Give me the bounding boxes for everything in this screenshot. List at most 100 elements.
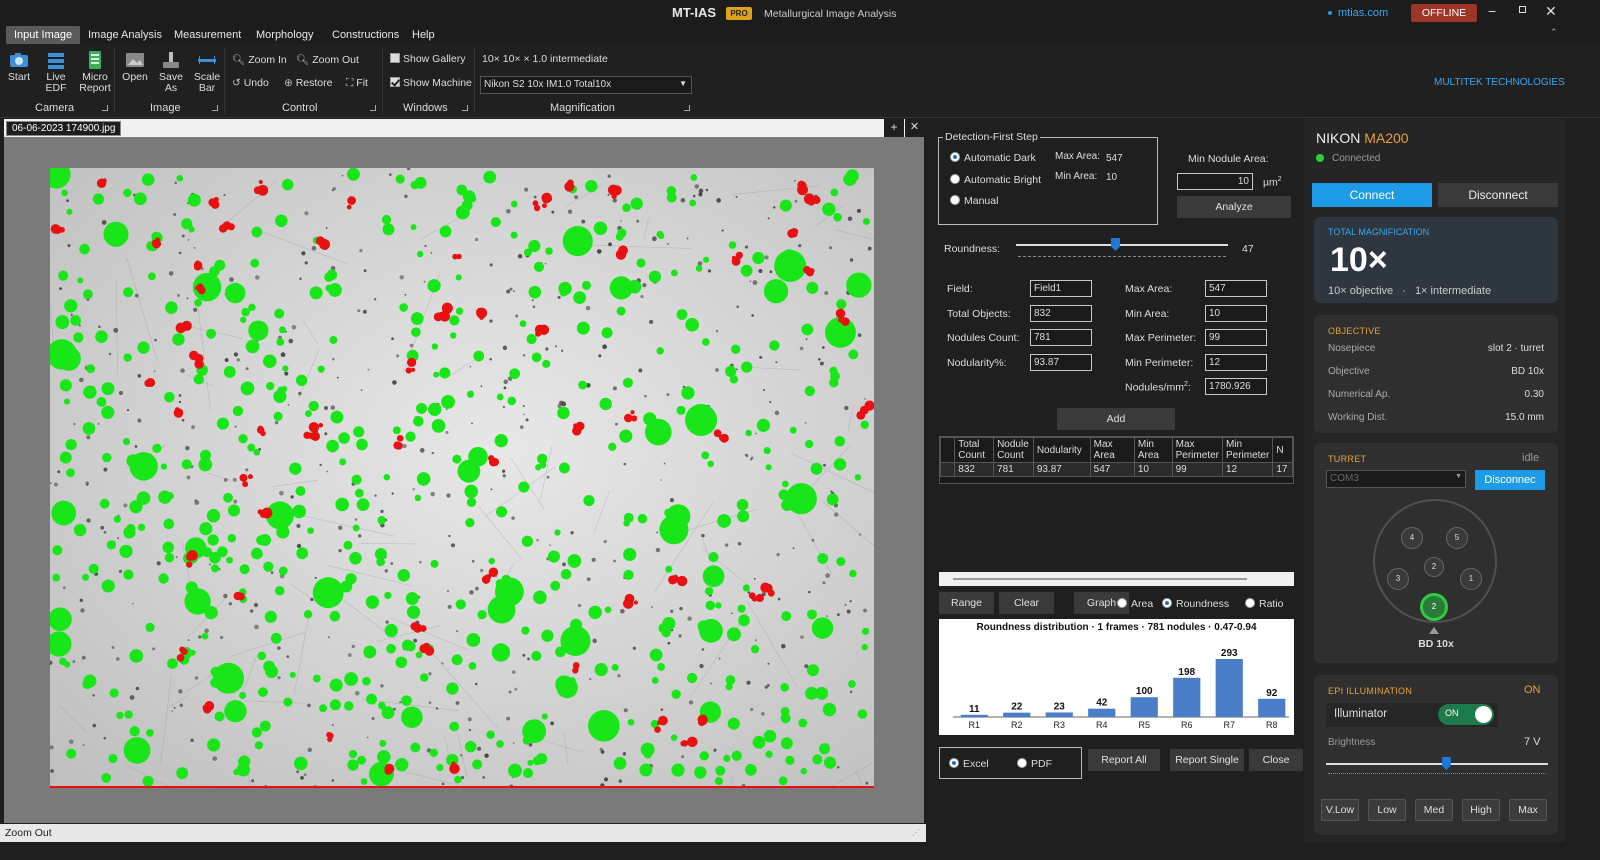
minimize-icon[interactable]: − bbox=[1488, 3, 1496, 19]
menu-constructions[interactable]: Constructions bbox=[324, 26, 407, 44]
micrograph-image[interactable] bbox=[50, 168, 874, 788]
maximize-icon[interactable] bbox=[1519, 6, 1526, 13]
brightness-slider-track[interactable] bbox=[1326, 763, 1548, 765]
table-cell[interactable]: 781 bbox=[993, 462, 1034, 477]
undo-button[interactable]: ↺ Undo bbox=[232, 77, 269, 89]
preset-vlow-button[interactable]: V.Low bbox=[1321, 799, 1359, 821]
auto-bright-radio[interactable]: Automatic Bright bbox=[950, 174, 1041, 186]
disconnect-button[interactable]: Disconnect bbox=[1438, 183, 1558, 207]
com-port-select[interactable]: COM3 ▼ bbox=[1326, 470, 1466, 488]
col-more[interactable]: N bbox=[1272, 437, 1293, 463]
max-perimeter-input[interactable]: 99 bbox=[1205, 329, 1267, 346]
ribbon-collapse-icon[interactable]: ⌃ bbox=[1550, 27, 1558, 38]
table-cell[interactable]: 547 bbox=[1089, 462, 1135, 477]
site-link[interactable]: mtias.com bbox=[1338, 7, 1388, 19]
fit-button[interactable]: ⛶ Fit bbox=[346, 77, 368, 90]
roundness-slider-track[interactable] bbox=[1016, 244, 1228, 246]
excel-radio[interactable]: Excel bbox=[949, 758, 989, 770]
menu-input-image[interactable]: Input Image bbox=[6, 26, 81, 44]
table-cell[interactable]: 832 bbox=[954, 462, 995, 477]
table-cell[interactable]: 10 bbox=[1133, 462, 1173, 477]
col-min-area[interactable]: Min Area bbox=[1133, 437, 1173, 463]
close-icon[interactable]: ✕ bbox=[1545, 3, 1557, 20]
start-button[interactable]: Start bbox=[4, 50, 34, 83]
row-selector-cell[interactable] bbox=[940, 462, 956, 477]
col-min-perimeter[interactable]: Min Perimeter bbox=[1221, 437, 1274, 463]
nodularity-input[interactable]: 93.87 bbox=[1030, 354, 1092, 371]
image-tab[interactable]: 06-06-2023 174900.jpg bbox=[6, 121, 122, 136]
zoom-out-button[interactable]: 🔍︎ Zoom Out bbox=[296, 53, 359, 66]
analyze-button[interactable]: Analyze bbox=[1177, 196, 1291, 218]
resize-grip-icon[interactable]: ⋰ bbox=[912, 828, 920, 837]
save-as-button[interactable]: Save As bbox=[152, 50, 190, 94]
nodules-count-input[interactable]: 781 bbox=[1030, 329, 1092, 346]
add-tab-icon[interactable]: + bbox=[884, 119, 904, 137]
restore-button[interactable]: ⊕ Restore bbox=[284, 77, 332, 89]
close-tab-icon[interactable]: ✕ bbox=[905, 119, 924, 137]
turret-slot-3[interactable]: 3 bbox=[1387, 568, 1409, 590]
table-cell[interactable]: 99 bbox=[1171, 462, 1223, 477]
table-row[interactable]: 832 781 93.87 547 10 99 12 17 bbox=[940, 462, 1293, 477]
offline-badge[interactable]: OFFLINE bbox=[1411, 4, 1477, 22]
table-cell[interactable]: 17 bbox=[1272, 462, 1293, 477]
nodules-per-mm-input[interactable]: 1780.926 bbox=[1205, 378, 1267, 395]
scale-bar-button[interactable]: Scale Bar bbox=[192, 50, 222, 94]
clear-button[interactable]: Clear bbox=[999, 592, 1054, 614]
add-button[interactable]: Add bbox=[1057, 408, 1175, 430]
preset-med-button[interactable]: Med bbox=[1415, 799, 1453, 821]
table-cell[interactable]: 93.87 bbox=[1032, 462, 1091, 477]
preset-low-button[interactable]: Low bbox=[1368, 799, 1406, 821]
micro-report-button[interactable]: Micro Report bbox=[78, 50, 112, 94]
close-button[interactable]: Close bbox=[1249, 749, 1303, 771]
turret-slot-2-active[interactable]: 2 bbox=[1420, 593, 1448, 621]
open-button[interactable]: Open bbox=[120, 50, 150, 83]
horizontal-scrollbar[interactable] bbox=[939, 572, 1294, 586]
scrollbar-thumb[interactable] bbox=[953, 578, 1247, 580]
min-area-input[interactable]: 10 bbox=[1205, 305, 1267, 322]
camera-group-expand-icon[interactable] bbox=[102, 105, 108, 111]
menu-image-analysis[interactable]: Image Analysis bbox=[80, 26, 170, 44]
control-group-expand-icon[interactable] bbox=[370, 105, 376, 111]
turret-slot-1[interactable]: 1 bbox=[1460, 568, 1482, 590]
turret-disconnect-button[interactable]: Disconnec bbox=[1475, 470, 1545, 490]
min-nodule-input[interactable]: 10 bbox=[1177, 173, 1253, 190]
col-total-count[interactable]: Total Count bbox=[954, 437, 995, 463]
report-all-button[interactable]: Report All bbox=[1088, 749, 1160, 771]
col-nodule-count[interactable]: Nodule Count bbox=[993, 437, 1034, 463]
total-objects-input[interactable]: 832 bbox=[1030, 305, 1092, 322]
area-radio[interactable]: Area bbox=[1117, 598, 1153, 610]
col-max-perimeter[interactable]: Max Perimeter bbox=[1171, 437, 1223, 463]
turret-slot-5[interactable]: 5 bbox=[1446, 527, 1468, 549]
show-gallery-checkbox[interactable]: Show Gallery bbox=[390, 53, 465, 65]
manual-radio[interactable]: Manual bbox=[950, 195, 998, 207]
brightness-slider-thumb[interactable] bbox=[1441, 757, 1451, 770]
connect-button[interactable]: Connect bbox=[1312, 183, 1432, 207]
zoom-in-button[interactable]: 🔍︎ Zoom In bbox=[232, 53, 287, 66]
image-viewport[interactable] bbox=[4, 137, 924, 823]
col-nodularity[interactable]: Nodularity bbox=[1032, 437, 1091, 463]
image-group-expand-icon[interactable] bbox=[212, 105, 218, 111]
min-perimeter-input[interactable]: 12 bbox=[1205, 354, 1267, 371]
col-max-area[interactable]: Max Area bbox=[1089, 437, 1135, 463]
table-cell[interactable]: 12 bbox=[1221, 462, 1274, 477]
preset-max-button[interactable]: Max bbox=[1509, 799, 1547, 821]
report-single-button[interactable]: Report Single bbox=[1170, 749, 1244, 771]
field-input[interactable]: Field1 bbox=[1030, 280, 1092, 297]
menu-help[interactable]: Help bbox=[404, 26, 443, 44]
show-machine-checkbox[interactable]: Show Machine bbox=[390, 77, 472, 89]
magnification-select[interactable]: Nikon S2 10x IM1.0 Total10x ▼ bbox=[480, 76, 692, 94]
live-edf-button[interactable]: Live EDF bbox=[36, 50, 76, 94]
illuminator-toggle[interactable]: ON bbox=[1438, 704, 1494, 725]
results-table-wrap[interactable]: Total Count Nodule Count Nodularity Max Are… bbox=[939, 436, 1294, 484]
range-button[interactable]: Range bbox=[939, 592, 994, 614]
menu-measurement[interactable]: Measurement bbox=[166, 26, 249, 44]
preset-high-button[interactable]: High bbox=[1462, 799, 1500, 821]
roundness-slider-thumb[interactable] bbox=[1111, 238, 1120, 251]
menu-morphology[interactable]: Morphology bbox=[248, 26, 321, 44]
windows-group-expand-icon[interactable] bbox=[462, 105, 468, 111]
max-area-input[interactable]: 547 bbox=[1205, 280, 1267, 297]
turret-slot-4[interactable]: 4 bbox=[1401, 527, 1423, 549]
roundness-radio[interactable]: Roundness bbox=[1162, 598, 1229, 610]
auto-dark-radio[interactable]: Automatic Dark bbox=[950, 152, 1036, 164]
magnification-group-expand-icon[interactable] bbox=[684, 105, 690, 111]
